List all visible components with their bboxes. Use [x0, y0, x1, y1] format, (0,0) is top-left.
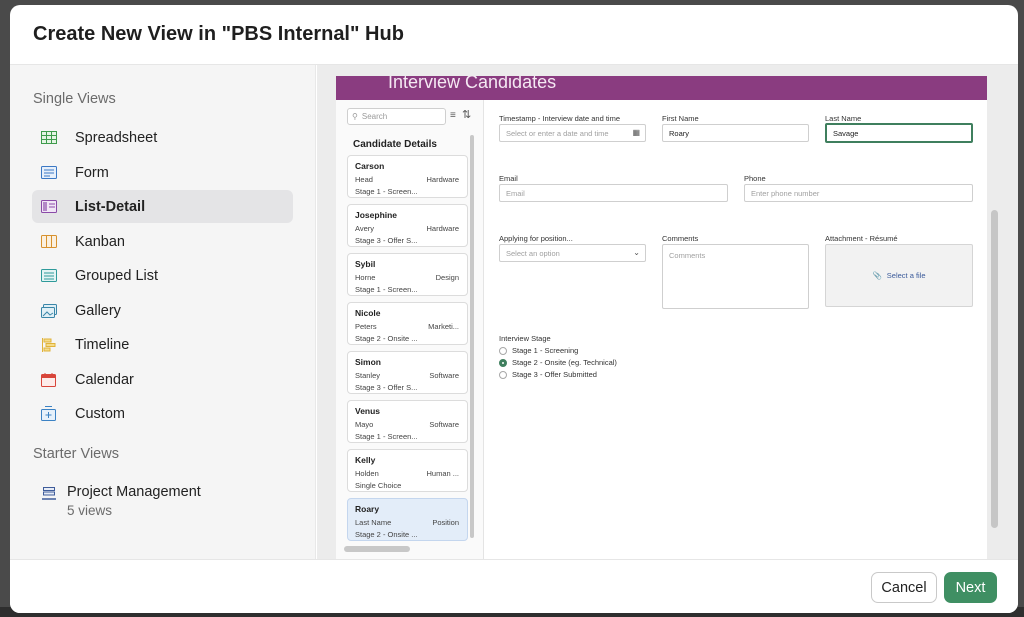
last-name-field[interactable]: Savage [825, 123, 973, 143]
detail-form-pane: Timestamp - Interview date and time Sele… [484, 100, 987, 559]
filter-icon[interactable]: ≡ [450, 110, 456, 121]
preview-banner: Interview Candidates [336, 76, 987, 100]
sidebar-item-label: Custom [75, 405, 125, 422]
list-item-selected[interactable]: Roary Last Name Position Stage 2 - Onsit… [347, 498, 468, 541]
list-vertical-scrollbar[interactable] [470, 135, 474, 538]
list-item[interactable]: Josephine Avery Hardware Stage 3 - Offer… [347, 204, 468, 247]
email-label: Email [499, 174, 518, 183]
sidebar-item-form[interactable]: Form [32, 156, 293, 189]
sidebar-item-label: Spreadsheet [75, 129, 158, 146]
project-management-icon [40, 485, 57, 502]
list-detail-icon [40, 198, 57, 215]
gallery-icon [40, 302, 57, 319]
candidate-list-pane: ⚲ Search ≡ ⇅ Candidate Details Carson He… [336, 100, 484, 559]
search-icon: ⚲ [352, 112, 358, 121]
stage-radio-1[interactable]: Stage 1 - Screening [499, 346, 578, 355]
list-item[interactable]: Carson Head Hardware Stage 1 - Screen... [347, 155, 468, 198]
first-name-label: First Name [662, 114, 699, 123]
stage-radio-3[interactable]: Stage 3 - Offer Submitted [499, 370, 597, 379]
sidebar-item-label: List-Detail [75, 198, 146, 215]
sidebar-item-label: Calendar [75, 371, 134, 388]
calendar-icon [40, 371, 57, 388]
position-label: Applying for position... [499, 234, 573, 243]
spreadsheet-icon [40, 129, 57, 146]
list-item[interactable]: Nicole Peters Marketi... Stage 2 - Onsit… [347, 302, 468, 345]
radio-button-checked[interactable] [499, 358, 507, 367]
sidebar-item-label: Form [75, 164, 109, 181]
sort-icon[interactable]: ⇅ [462, 108, 471, 121]
grouped-list-icon [40, 267, 57, 284]
list-item[interactable]: Sybil Horne Design Stage 1 - Screen... [347, 253, 468, 296]
sidebar-item-list-detail[interactable]: List-Detail [32, 190, 293, 223]
sidebar-item-grouped-list[interactable]: Grouped List [32, 259, 293, 292]
position-select[interactable]: Select an option ⌄ [499, 244, 646, 262]
timestamp-label: Timestamp - Interview date and time [499, 114, 621, 123]
phone-field[interactable]: Enter phone number [744, 184, 973, 202]
list-horizontal-scrollbar[interactable] [344, 546, 410, 552]
timestamp-field[interactable]: Select or enter a date and time ▦ [499, 124, 646, 142]
list-item[interactable]: Venus Mayo Software Stage 1 - Screen... [347, 400, 468, 443]
comments-field[interactable]: Comments [662, 244, 809, 309]
search-placeholder: Search [361, 112, 388, 121]
calendar-picker-icon: ▦ [632, 128, 640, 137]
create-view-modal: Create New View in "PBS Internal" Hub Si… [10, 5, 1018, 613]
list-header: Candidate Details [353, 139, 437, 150]
radio-button[interactable] [499, 370, 507, 379]
attachment-dropzone[interactable]: 📎 Select a file [825, 244, 973, 307]
view-preview-area: Interview Candidates ⚲ Search ≡ ⇅ Candid… [317, 65, 1018, 559]
view-type-sidebar: Single Views Spreadsheet Form List-Detai… [10, 65, 316, 559]
preview-scrollbar[interactable] [991, 210, 998, 528]
phone-label: Phone [744, 174, 766, 183]
first-name-field[interactable]: Roary [662, 124, 809, 142]
search-input[interactable]: ⚲ Search [347, 108, 446, 125]
sidebar-item-label: Timeline [75, 336, 130, 353]
cancel-button[interactable]: Cancel [871, 572, 937, 603]
stage-radio-2[interactable]: Stage 2 - Onsite (eg. Technical) [499, 358, 617, 367]
timeline-icon [40, 336, 57, 353]
list-detail-preview: Interview Candidates ⚲ Search ≡ ⇅ Candid… [336, 76, 987, 559]
starter-view-count: 5 views [67, 503, 113, 518]
sidebar-item-label: Gallery [75, 302, 121, 319]
sidebar-item-gallery[interactable]: Gallery [32, 294, 293, 327]
select-file-link[interactable]: Select a file [887, 271, 926, 280]
custom-icon [40, 405, 57, 422]
modal-title: Create New View in "PBS Internal" Hub [33, 23, 404, 45]
attachment-label: Attachment - Résumé [825, 234, 898, 243]
next-button[interactable]: Next [944, 572, 997, 603]
list-item[interactable]: Kelly Holden Human ... Single Choice [347, 449, 468, 492]
preview-banner-title: Interview Candidates [388, 76, 557, 92]
starter-views-heading: Starter Views [33, 446, 119, 462]
list-item[interactable]: Simon Stanley Software Stage 3 - Offer S… [347, 351, 468, 394]
radio-button[interactable] [499, 346, 507, 355]
sidebar-item-label: Kanban [75, 233, 125, 250]
sidebar-item-custom[interactable]: Custom [32, 397, 293, 430]
sidebar-item-label: Grouped List [75, 267, 159, 284]
sidebar-item-kanban[interactable]: Kanban [32, 225, 293, 258]
last-name-label: Last Name [825, 114, 862, 123]
paperclip-icon: 📎 [872, 271, 882, 280]
interview-stage-label: Interview Stage [499, 334, 551, 343]
modal-footer: Cancel Next [10, 559, 1018, 613]
email-field[interactable]: Email [499, 184, 728, 202]
sidebar-item-timeline[interactable]: Timeline [32, 328, 293, 361]
sidebar-item-spreadsheet[interactable]: Spreadsheet [32, 121, 293, 154]
starter-view-label: Project Management [67, 484, 201, 500]
chevron-down-icon: ⌄ [633, 248, 640, 257]
single-views-heading: Single Views [33, 91, 116, 107]
sidebar-item-calendar[interactable]: Calendar [32, 363, 293, 396]
kanban-icon [40, 233, 57, 250]
comments-label: Comments [662, 234, 699, 243]
modal-header: Create New View in "PBS Internal" Hub [10, 5, 1018, 65]
form-icon [40, 164, 57, 181]
